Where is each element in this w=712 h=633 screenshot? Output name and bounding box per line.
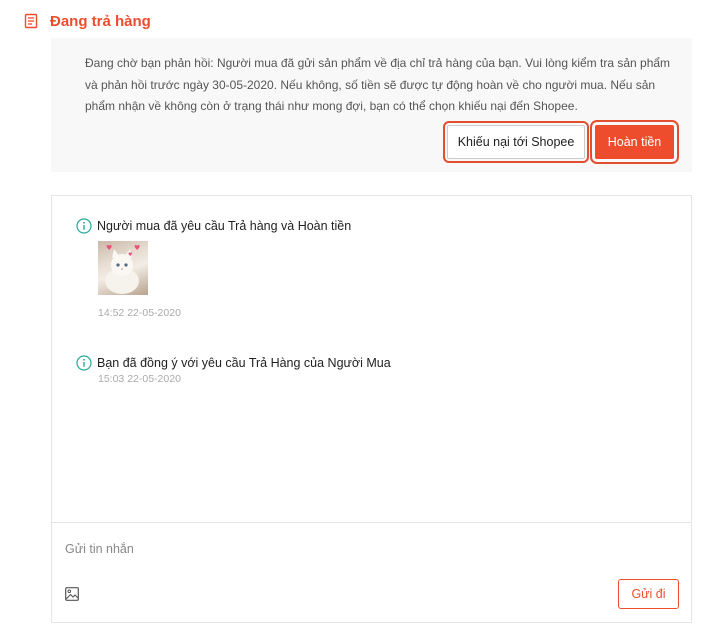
send-button[interactable]: Gửi đi [618, 579, 679, 609]
cat-photo: ♥ ♥ ♥ [105, 244, 140, 294]
timeline-event: Người mua đã yêu cầu Trả hàng và Hoàn ti… [76, 217, 351, 235]
timeline-event-text: Bạn đã đồng ý với yêu cầu Trả Hàng của N… [97, 356, 391, 370]
svg-text:♥: ♥ [134, 244, 140, 252]
timeline-event-text: Người mua đã yêu cầu Trả hàng và Hoàn ti… [97, 219, 352, 233]
svg-text:♥: ♥ [106, 244, 112, 252]
conversation-panel: Người mua đã yêu cầu Trả hàng và Hoàn ti… [51, 195, 692, 623]
timeline-event-time: 15:03 22-05-2020 [98, 373, 181, 385]
return-product-image[interactable]: ♥ ♥ ♥ [98, 241, 148, 295]
composer-divider [52, 522, 691, 523]
return-notice: Đang chờ bạn phản hồi: Người mua đã gửi … [51, 38, 692, 172]
complain-to-shopee-button[interactable]: Khiếu nại tới Shopee [443, 121, 589, 163]
document-icon [24, 13, 38, 29]
timeline-event: Bạn đã đồng ý với yêu cầu Trả Hàng của N… [76, 354, 391, 372]
info-icon [76, 218, 92, 234]
timeline-event-time: 14:52 22-05-2020 [98, 307, 181, 319]
page-header: Đang trả hàng [24, 10, 151, 32]
message-input[interactable] [65, 536, 605, 562]
notice-message: Đang chờ bạn phản hồi: Người mua đã gửi … [85, 56, 671, 113]
svg-text:♥: ♥ [128, 252, 133, 258]
image-icon[interactable] [65, 587, 79, 601]
page-title: Đang trả hàng [50, 12, 151, 30]
info-icon [76, 355, 92, 371]
refund-button[interactable]: Hoàn tiền [590, 120, 679, 164]
